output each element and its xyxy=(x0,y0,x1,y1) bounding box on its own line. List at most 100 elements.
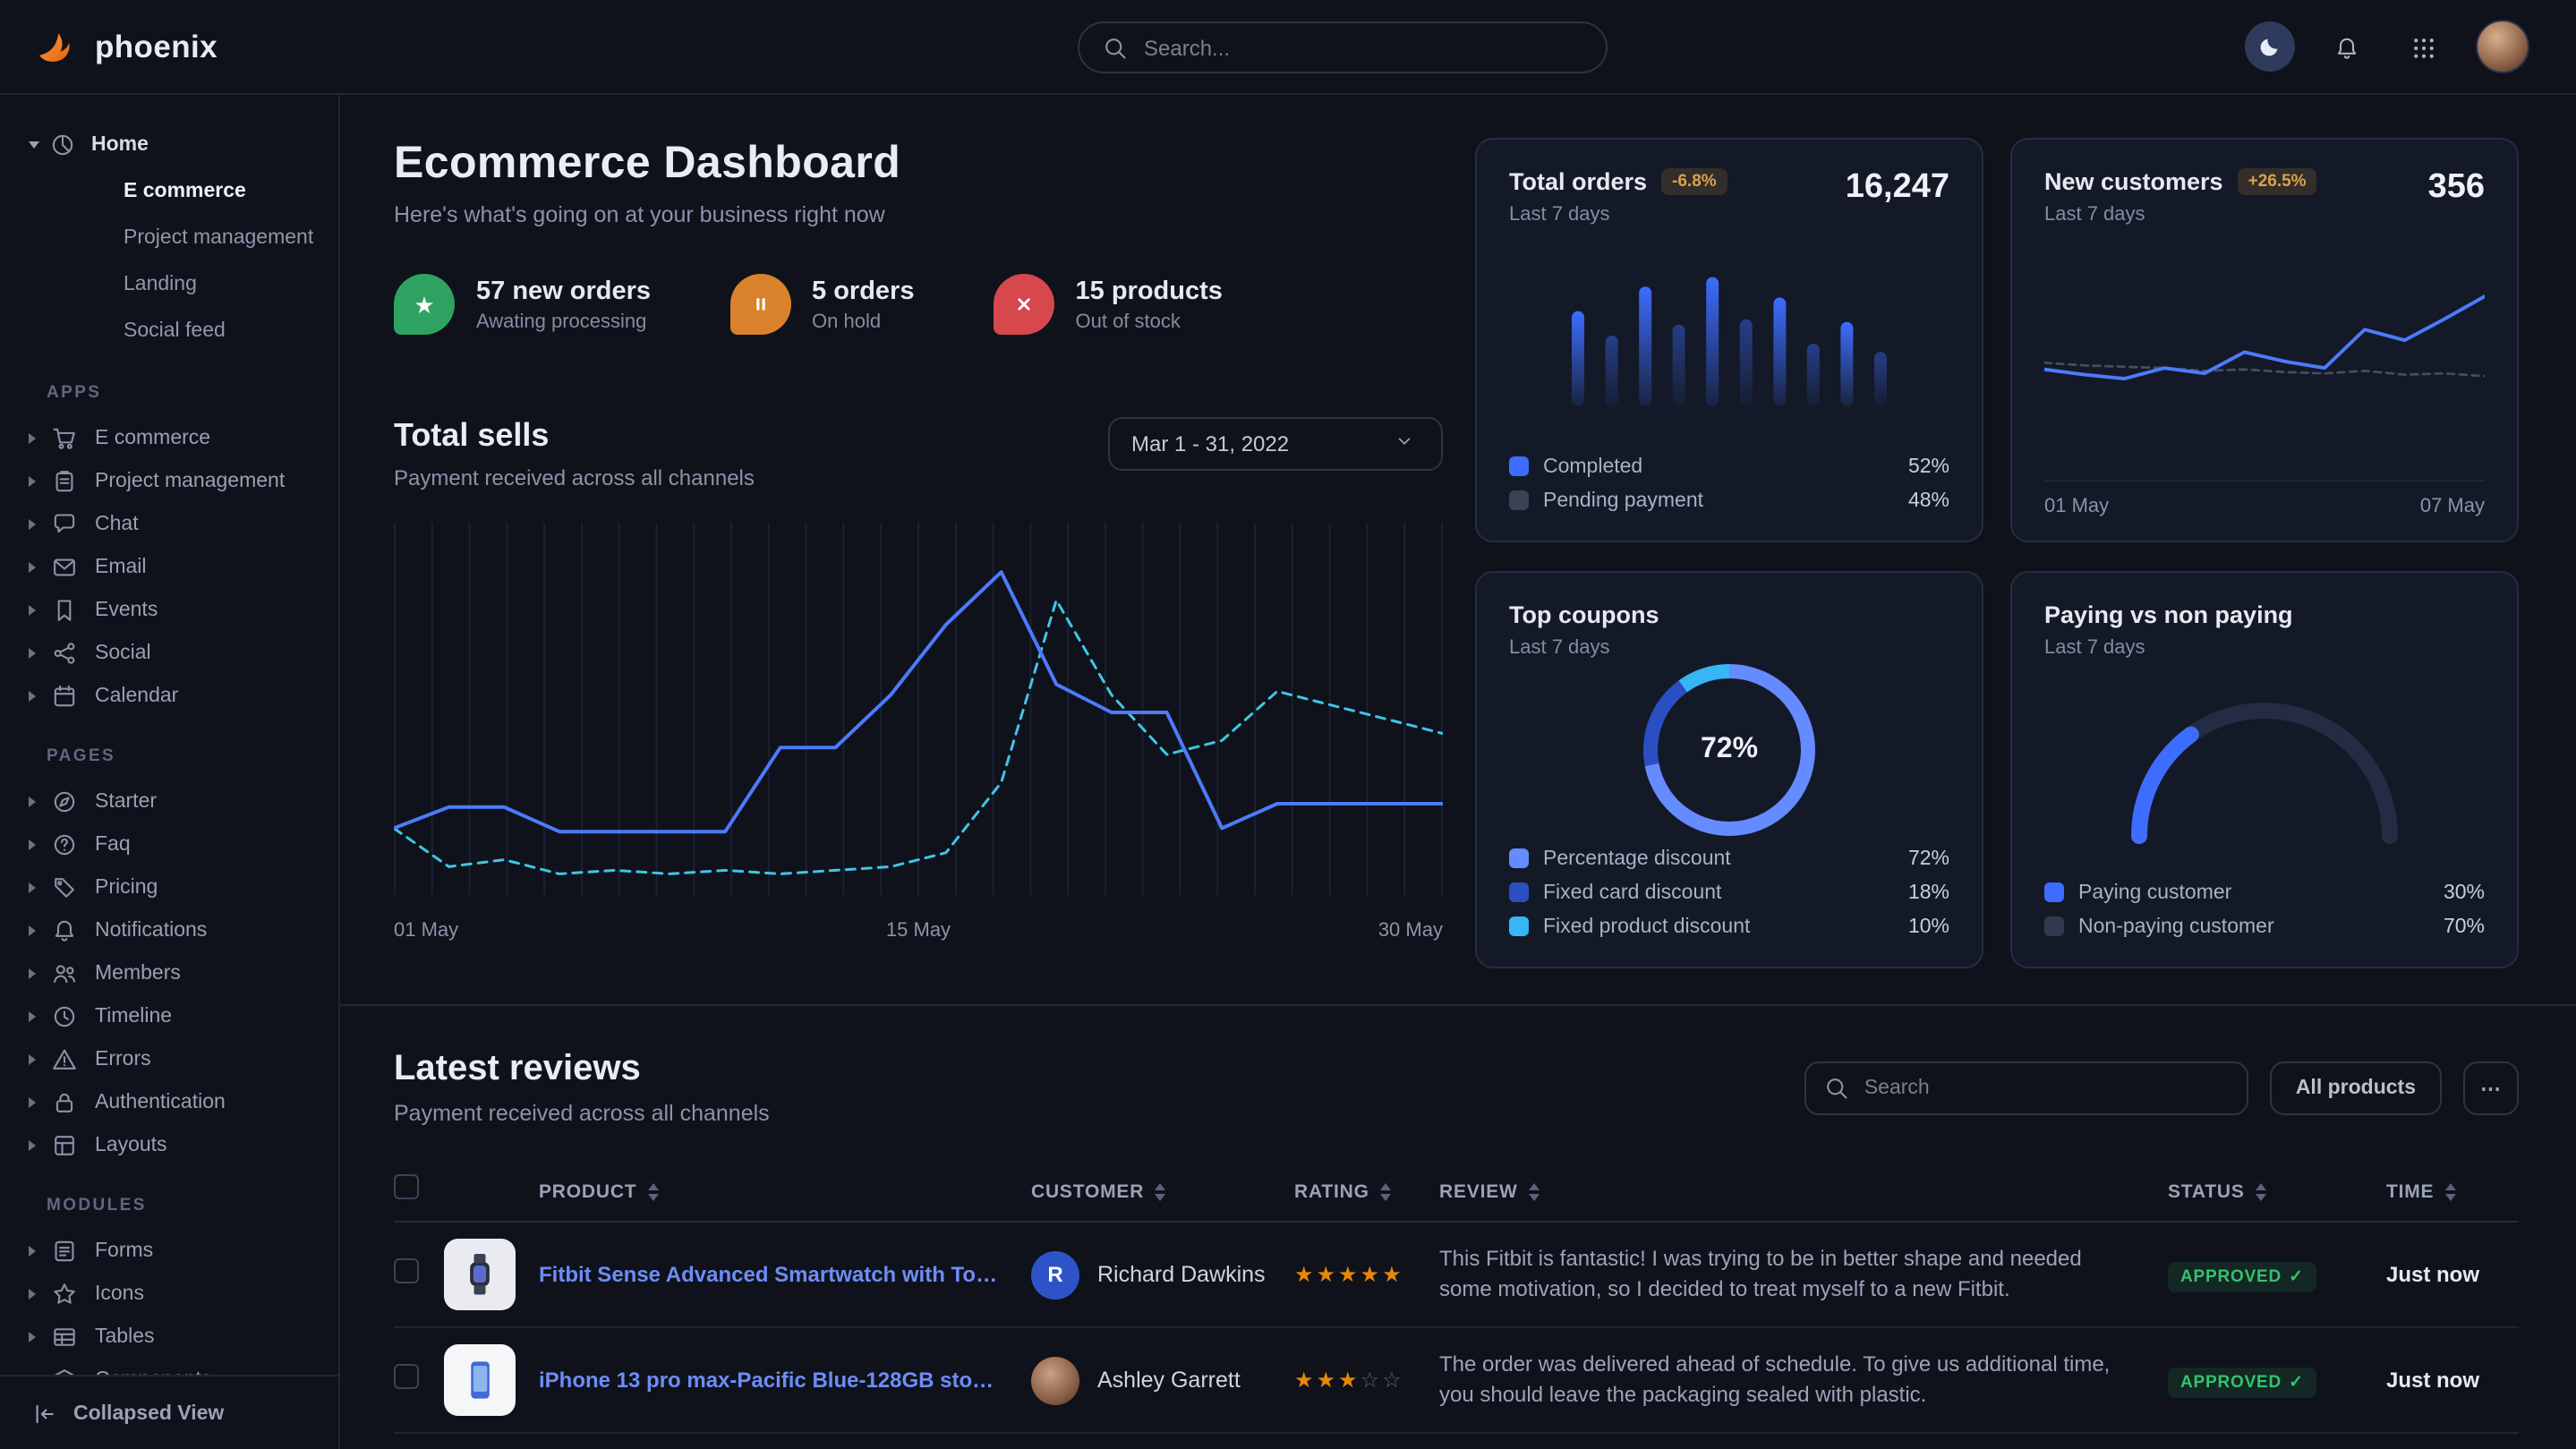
chevron-right-icon xyxy=(29,797,50,807)
sidebar-item-email[interactable]: Email xyxy=(0,546,338,589)
sort-icon[interactable] xyxy=(1155,1181,1167,1202)
x-axis-label: 15 May xyxy=(886,920,951,942)
sidebar-item-social-feed[interactable]: Social feed xyxy=(0,308,338,354)
sort-icon[interactable] xyxy=(1529,1181,1541,1202)
new-customers-line-chart xyxy=(2044,226,2485,480)
stat-value: 15 products xyxy=(1076,277,1223,305)
brand[interactable]: phoenix xyxy=(32,23,218,70)
sidebar-item-tables[interactable]: Tables xyxy=(0,1316,338,1359)
row-checkbox[interactable] xyxy=(394,1363,419,1388)
sidebar-item-label: Faq xyxy=(95,834,131,856)
date-range-select[interactable]: Mar 1 - 31, 2022 xyxy=(1108,417,1443,471)
dashboard-left-column: Ecommerce Dashboard Here's what's going … xyxy=(394,138,1443,968)
sidebar-item-e-commerce[interactable]: E commerce xyxy=(0,417,338,460)
sidebar-item-authentication[interactable]: Authentication xyxy=(0,1081,338,1124)
sidebar-item-label: Calendar xyxy=(95,686,178,707)
chevron-right-icon xyxy=(29,519,50,530)
sidebar-item-project-management[interactable]: Project management xyxy=(0,215,338,261)
sidebar-item-layouts[interactable]: Layouts xyxy=(0,1124,338,1167)
sidebar-item-faq[interactable]: Faq xyxy=(0,823,338,866)
sidebar-item-errors[interactable]: Errors xyxy=(0,1038,338,1081)
coupons-donut-chart: 72% xyxy=(1509,659,1949,841)
select-all-checkbox[interactable] xyxy=(394,1174,419,1199)
sort-icon[interactable] xyxy=(647,1181,660,1202)
apps-grid-button[interactable] xyxy=(2399,21,2449,72)
section-title-apps: APPS xyxy=(0,354,338,417)
product-thumbnail[interactable] xyxy=(444,1239,516,1310)
notifications-button[interactable] xyxy=(2322,21,2372,72)
product-thumbnail[interactable] xyxy=(444,1344,516,1416)
main-content: Ecommerce Dashboard Here's what's going … xyxy=(340,95,2576,1449)
chevron-right-icon xyxy=(29,1097,50,1108)
total-orders-value: 16,247 xyxy=(1846,168,1949,208)
all-products-button[interactable]: All products xyxy=(2271,1061,2441,1114)
collapse-view-toggle[interactable]: Collapsed View xyxy=(0,1375,338,1449)
sidebar-item-pricing[interactable]: Pricing xyxy=(0,866,338,909)
product-link[interactable]: iPhone 13 pro max-Pacific Blue-128GB sto… xyxy=(539,1368,1031,1393)
trend-badge: +26.5% xyxy=(2238,168,2317,195)
chevron-right-icon xyxy=(29,1011,50,1022)
sidebar-item-components[interactable]: Components xyxy=(0,1359,338,1375)
rating-stars: ★★★☆☆ xyxy=(1294,1368,1439,1393)
sidebar-item-chat[interactable]: Chat xyxy=(0,503,338,546)
column-header: STATUS xyxy=(2168,1181,2245,1202)
sidebar-item-social[interactable]: Social xyxy=(0,632,338,675)
card-period: Last 7 days xyxy=(1509,637,1949,659)
phoenix-logo-icon xyxy=(32,23,79,70)
x-axis-label: 30 May xyxy=(1378,920,1443,942)
sidebar-item-label: Home xyxy=(91,133,149,155)
column-header: REVIEW xyxy=(1439,1181,1518,1202)
reviews-subtitle: Payment received across all channels xyxy=(394,1101,770,1126)
tag-icon xyxy=(50,874,79,902)
bell-icon xyxy=(50,916,79,945)
sidebar-item-timeline[interactable]: Timeline xyxy=(0,995,338,1038)
sidebar-item-icons[interactable]: Icons xyxy=(0,1273,338,1316)
x-axis-label: 01 May xyxy=(394,920,458,942)
chevron-right-icon xyxy=(29,1289,50,1300)
theme-toggle-button[interactable] xyxy=(2245,21,2295,72)
reviews-search-input[interactable] xyxy=(1864,1077,2230,1098)
sidebar-item-forms[interactable]: Forms xyxy=(0,1230,338,1273)
total-sells-chart: 01 May 15 May 30 May xyxy=(394,519,1443,942)
kpi-cards-grid: Total orders -6.8% Last 7 days 16,247 Co… xyxy=(1475,138,2519,968)
sidebar-item-project-management[interactable]: Project management xyxy=(0,460,338,503)
sidebar-item-calendar[interactable]: Calendar xyxy=(0,675,338,718)
sidebar-item-starter[interactable]: Starter xyxy=(0,780,338,823)
sidebar-item-members[interactable]: Members xyxy=(0,952,338,995)
sidebar-nav: Home E commerceProject managementLanding… xyxy=(0,95,338,1375)
moon-icon xyxy=(2257,34,2282,59)
navbar-actions xyxy=(2245,20,2529,73)
sidebar-item-notifications[interactable]: Notifications xyxy=(0,909,338,952)
sort-icon[interactable] xyxy=(1380,1181,1393,1202)
legend-item: Paying customer 30% xyxy=(2044,875,2485,909)
row-checkbox[interactable] xyxy=(394,1257,419,1283)
product-link[interactable]: Fitbit Sense Advanced Smartwatch with To… xyxy=(539,1262,1031,1287)
sidebar-item-landing[interactable]: Landing xyxy=(0,261,338,308)
share-icon xyxy=(50,639,79,668)
more-options-button[interactable]: ⋯ xyxy=(2462,1061,2519,1114)
sort-icon[interactable] xyxy=(2256,1181,2268,1202)
reviews-table: PRODUCT CUSTOMER RATING REVIEW STATUS TI… xyxy=(394,1162,2519,1449)
new-customers-value: 356 xyxy=(2428,168,2485,208)
chevron-right-icon xyxy=(29,1332,50,1342)
layout-icon xyxy=(50,1131,79,1160)
sidebar-item-events[interactable]: Events xyxy=(0,589,338,632)
star-badge-icon: ★ xyxy=(394,274,455,335)
global-search[interactable] xyxy=(1078,21,1608,73)
sidebar-item-label: Email xyxy=(95,557,147,578)
page-subtitle: Here's what's going on at your business … xyxy=(394,202,1443,227)
sidebar-item-e-commerce[interactable]: E commerce xyxy=(0,168,338,215)
sort-icon[interactable] xyxy=(2444,1181,2457,1202)
chevron-right-icon xyxy=(29,1140,50,1151)
legend-item: Fixed card discount 18% xyxy=(1509,875,1949,909)
column-header: PRODUCT xyxy=(539,1181,636,1202)
customer-cell: R Richard Dawkins xyxy=(1031,1250,1294,1299)
search-input[interactable] xyxy=(1144,35,1582,60)
sidebar-item-home[interactable]: Home xyxy=(0,120,338,168)
user-avatar[interactable] xyxy=(2476,20,2529,73)
phone-image xyxy=(456,1357,503,1403)
reviews-search[interactable] xyxy=(1805,1061,2249,1114)
card-title: Top coupons xyxy=(1509,601,1949,628)
form-icon xyxy=(50,1237,79,1266)
clock-icon xyxy=(50,1002,79,1031)
